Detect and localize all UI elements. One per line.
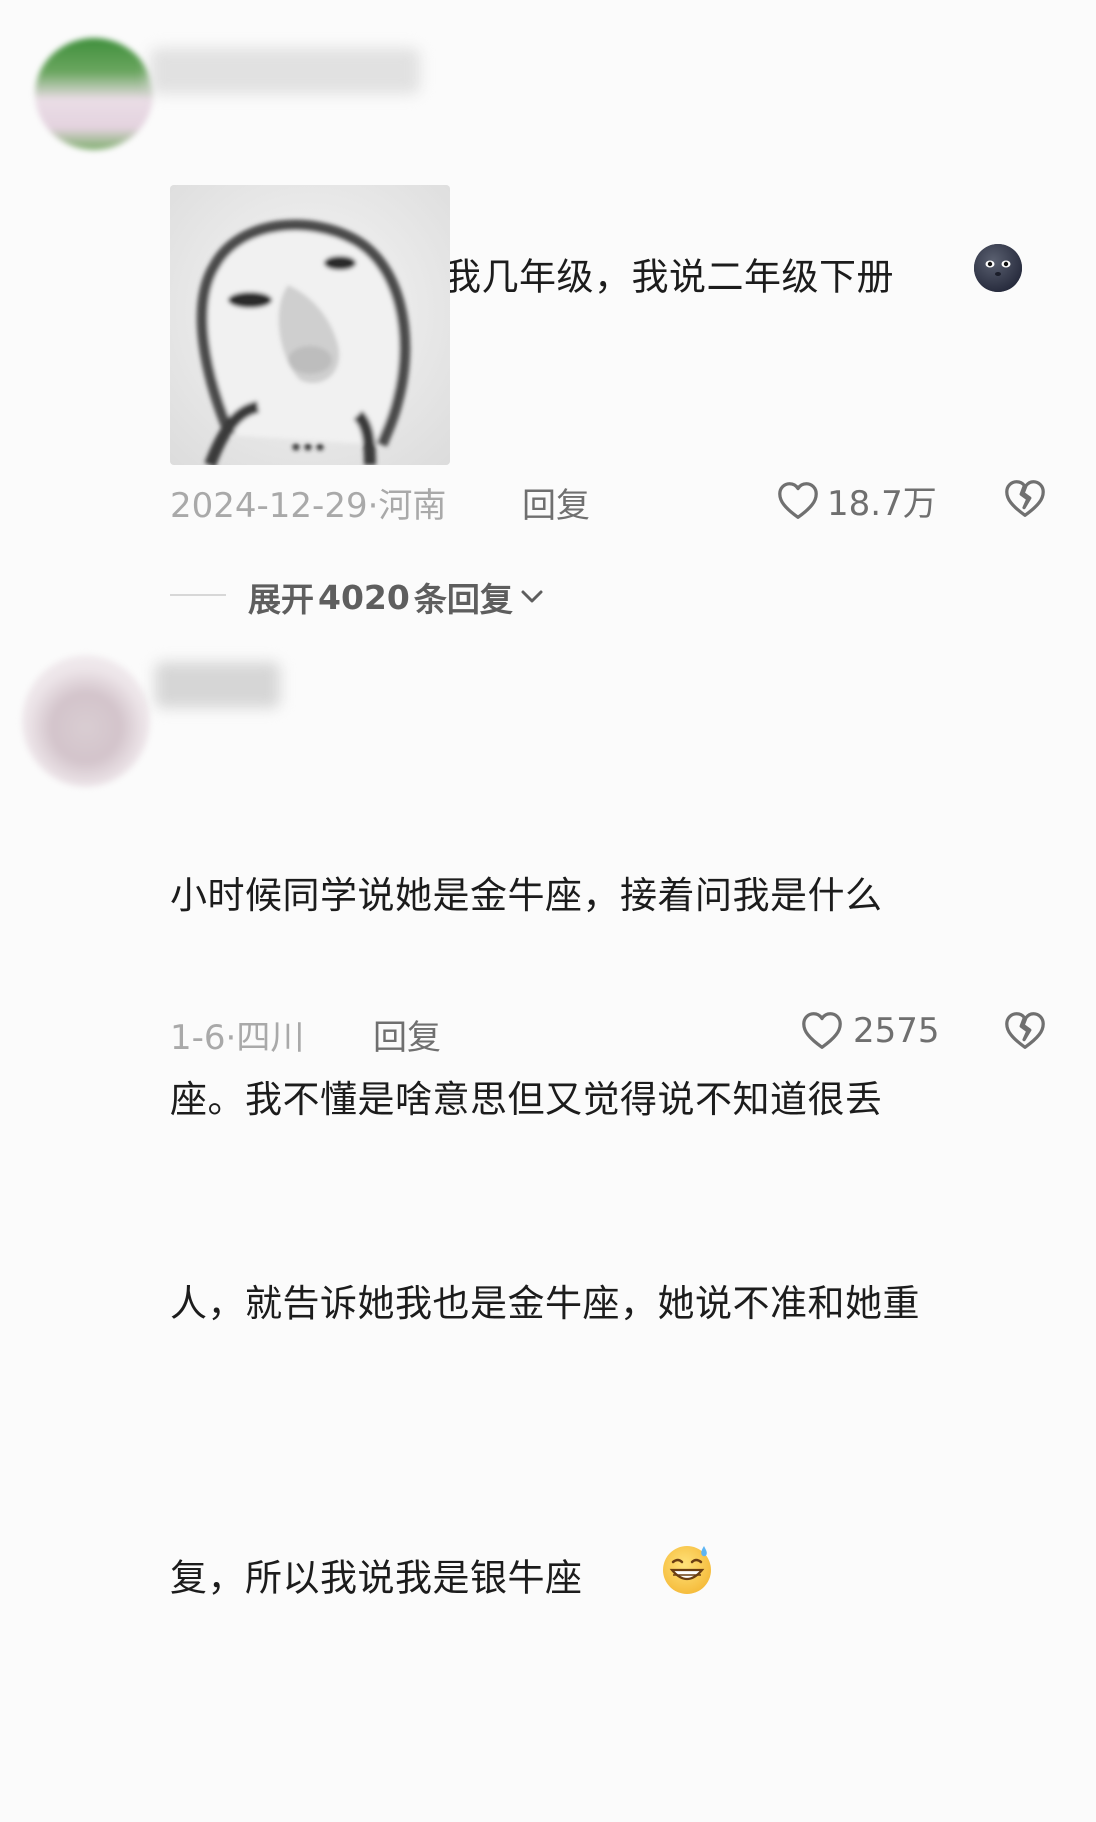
expand-replies-button[interactable]: 展开 4020 条回复 <box>248 573 545 621</box>
new-moon-face-emoji <box>898 174 1024 384</box>
comment-location: 四川 <box>236 1018 305 1058</box>
username[interactable] <box>155 662 280 708</box>
dislike-button[interactable] <box>1002 476 1048 526</box>
expand-suffix: 条回复 <box>413 580 513 619</box>
avatar[interactable] <box>22 655 150 787</box>
broken-heart-icon <box>1002 1012 1048 1058</box>
comment-line: 小时候同学说她是金牛座，接着问我是什么 <box>170 874 883 917</box>
like-button[interactable]: 18.7万 <box>775 476 937 525</box>
comment-line: 座。我不懂是啥意思但又觉得说不知道很丢 <box>170 1078 883 1121</box>
reply-button[interactable]: 回复 <box>373 1010 441 1059</box>
like-button[interactable]: 2575 <box>799 1008 940 1054</box>
chevron-down-icon <box>519 578 545 617</box>
comment-date: 2024-12-29 <box>170 486 368 526</box>
like-count: 18.7万 <box>827 484 937 524</box>
broken-heart-icon <box>1002 480 1048 526</box>
avatar[interactable] <box>35 38 153 150</box>
sticker-image[interactable] <box>170 185 450 465</box>
grinning-sweat-emoji <box>587 1474 715 1686</box>
comment-line: 复，所以我说我是银牛座 <box>170 1556 583 1600</box>
comment-date: 1-6 <box>170 1018 226 1058</box>
like-count: 2575 <box>853 1011 940 1051</box>
comment-line: 人，就告诉她我也是金牛座，她说不准和她重 <box>170 1282 920 1325</box>
heart-outline-icon <box>799 1008 845 1054</box>
expand-prefix: 展开 <box>248 580 314 619</box>
comment-location: 河南 <box>378 486 447 526</box>
reply-button[interactable]: 回复 <box>522 478 590 527</box>
comment-meta: 1-6·四川 <box>170 1010 304 1059</box>
comment-text: 小时候同学说她是金牛座，接着问我是什么 座。我不懂是啥意思但又觉得说不知道很丢 … <box>170 726 1070 1822</box>
meta-separator: · <box>225 1018 237 1058</box>
username[interactable] <box>150 48 420 94</box>
dislike-button[interactable] <box>1002 1008 1048 1058</box>
heart-outline-icon <box>775 478 821 524</box>
expand-count: 4020 <box>318 577 410 617</box>
meta-separator: · <box>367 486 379 526</box>
comment-meta: 2024-12-29·河南 <box>170 478 446 527</box>
divider <box>170 594 226 596</box>
